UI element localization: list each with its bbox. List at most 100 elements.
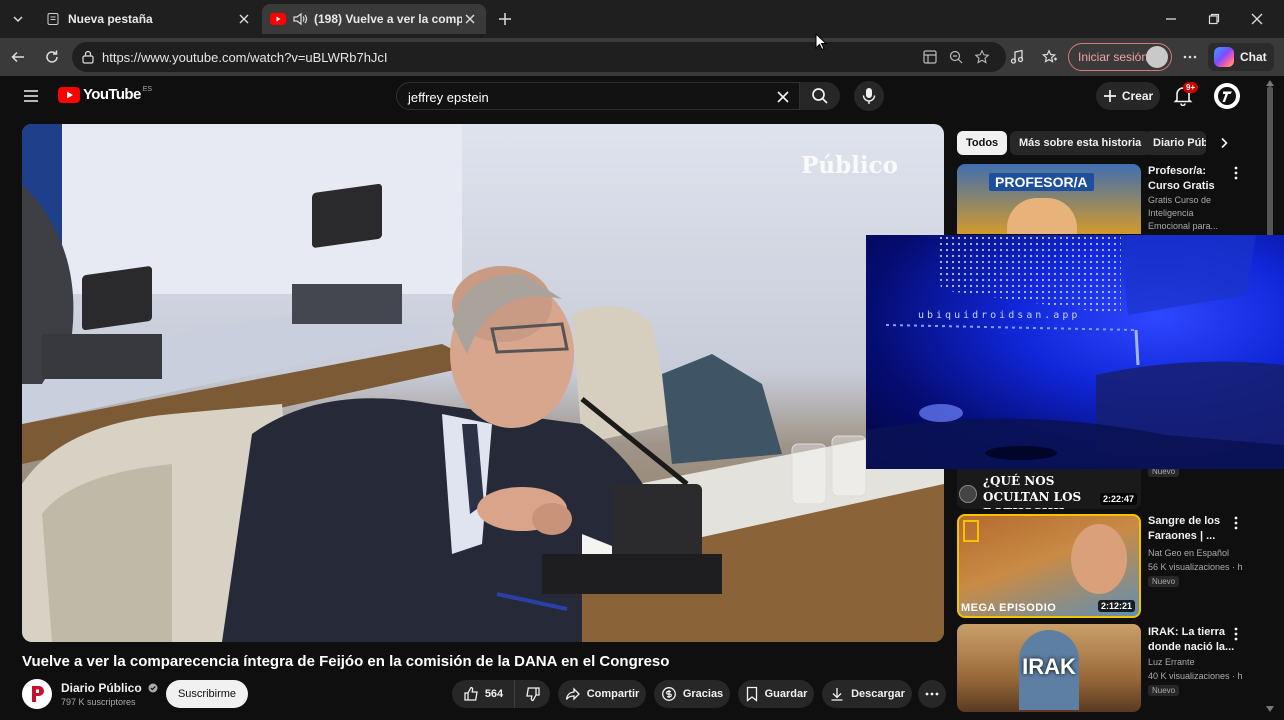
thanks-button[interactable]: Gracias [654, 680, 730, 708]
star-favorite-icon[interactable] [974, 49, 990, 65]
related-views: 40 K visualizaciones · h [1148, 671, 1243, 681]
minimize-icon [1166, 18, 1176, 20]
url-text[interactable]: https://www.youtube.com/watch?v=uBLWRb7h… [102, 50, 388, 65]
browser-toolbar: https://www.youtube.com/watch?v=uBLWRb7h… [0, 38, 1284, 76]
sign-in-label: Iniciar sesión [1078, 50, 1149, 64]
notifications-button[interactable]: 9+ [1172, 82, 1199, 108]
search-input[interactable]: jeffrey epstein [396, 82, 800, 110]
app-available-icon[interactable] [922, 49, 938, 65]
dislike-button[interactable] [514, 680, 550, 708]
channel-avatar[interactable] [22, 679, 52, 709]
minimize-button[interactable] [1151, 6, 1191, 32]
related-thumbnail[interactable]: PROFESOR/A [957, 164, 1141, 234]
country-code: ES [142, 86, 153, 93]
related-video-title[interactable]: IRAK: La tierra donde nació la... [1148, 625, 1238, 655]
voice-search-button[interactable] [854, 81, 884, 111]
save-button[interactable]: Guardar [738, 680, 814, 708]
related-more-button[interactable] [1229, 627, 1243, 641]
thumbnail-headline: ¿QUÉ NOS OCULTAN LOS ROTHSCHIL [983, 474, 1082, 509]
close-icon [777, 91, 789, 103]
restore-button[interactable] [1194, 6, 1234, 32]
related-thumbnail[interactable]: IRAK [957, 624, 1141, 712]
thumbs-up-icon [464, 686, 478, 701]
related-thumbnail[interactable]: MEGA EPISODIO 2:12:21 [957, 514, 1141, 618]
more-vertical-icon [1234, 166, 1238, 180]
profile-avatar [1146, 46, 1168, 68]
tab-list-button[interactable] [6, 7, 30, 31]
related-meta-line: Emocional para... [1148, 221, 1219, 231]
chip-all[interactable]: Todos [957, 131, 1008, 155]
new-tab-button[interactable] [494, 8, 516, 30]
account-logo-icon [1218, 87, 1236, 105]
search-query-text[interactable]: jeffrey epstein [408, 90, 489, 105]
chip-more-about-story[interactable]: Más sobre esta historia [1010, 131, 1151, 155]
related-more-button[interactable] [1229, 166, 1243, 180]
youtube-favicon-icon [270, 13, 286, 25]
publico-logo-icon [32, 686, 44, 702]
guide-menu-button[interactable] [20, 85, 42, 107]
tab-new-tab[interactable]: Nueva pestaña [38, 4, 260, 34]
chips-next-button[interactable] [1214, 133, 1234, 153]
favorites-star-icon [1042, 49, 1057, 63]
reload-icon [46, 50, 58, 63]
youtube-logo[interactable]: YouTube ES [58, 86, 152, 103]
related-views: 56 K visualizaciones · h [1148, 562, 1243, 572]
tab-title: (198) Vuelve a ver la compare [314, 12, 462, 26]
tab-youtube-video[interactable]: (198) Vuelve a ver la compare [262, 4, 486, 34]
subscribe-button[interactable]: Suscribirme [166, 680, 248, 708]
scroll-down-icon [1266, 706, 1274, 712]
clear-search-button[interactable] [773, 87, 793, 107]
close-tab-icon[interactable] [462, 11, 478, 27]
favorites-button[interactable] [1037, 44, 1063, 70]
thumbnail-corner-badge [963, 520, 979, 542]
close-icon [1251, 13, 1263, 25]
back-button[interactable] [5, 44, 31, 70]
download-button[interactable]: Descargar [822, 680, 912, 708]
related-channel-name[interactable]: Nat Geo en Español [1148, 547, 1248, 560]
super-thanks-icon [661, 687, 676, 701]
video-title: Vuelve a ver la comparecencia íntegra de… [22, 653, 670, 670]
channel-name-text: Diario Público [61, 681, 142, 695]
share-button[interactable]: Compartir [558, 680, 646, 708]
speaker-icon[interactable] [292, 12, 308, 26]
close-window-button[interactable] [1237, 6, 1277, 32]
related-video-title[interactable]: Sangre de los Faraones | ... [1148, 514, 1238, 544]
reload-button[interactable] [39, 44, 65, 70]
youtube-play-logo-icon [58, 86, 80, 103]
like-button[interactable]: 564 [452, 680, 514, 708]
related-meta-line: Gratis Curso de [1148, 195, 1212, 205]
more-vertical-icon [1234, 627, 1238, 641]
address-bar[interactable]: https://www.youtube.com/watch?v=uBLWRb7h… [72, 42, 1006, 72]
thumbs-down-icon [525, 687, 540, 702]
video-duration: 2:22:47 [1099, 493, 1137, 505]
zoom-icon[interactable] [948, 49, 964, 65]
floating-video-overlay[interactable]: ubiquidroidsan.app [866, 235, 1284, 469]
restore-icon [1208, 13, 1220, 25]
thumbnail-headline: MEGA EPISODIO [961, 602, 1057, 614]
account-avatar[interactable] [1214, 83, 1240, 109]
channel-mini-avatar [959, 485, 977, 503]
youtube-wordmark: YouTube [83, 86, 141, 103]
verified-check-icon [148, 683, 158, 693]
site-info-icon[interactable] [81, 50, 95, 64]
thanks-label: Gracias [682, 688, 724, 700]
chevron-right-icon [1221, 137, 1228, 149]
search-button[interactable] [800, 82, 840, 110]
browser-menu-button[interactable] [1177, 44, 1203, 70]
close-tab-icon[interactable] [236, 11, 252, 27]
sign-in-button[interactable]: Iniciar sesión [1068, 43, 1172, 71]
related-video-title[interactable]: Profesor/a: Curso Gratis [1148, 164, 1238, 194]
media-control-button[interactable] [1004, 44, 1030, 70]
related-more-button[interactable] [1229, 516, 1243, 530]
create-button[interactable]: Crear [1096, 82, 1160, 110]
music-note-icon [1010, 49, 1024, 64]
microphone-icon [862, 88, 876, 104]
channel-name[interactable]: Diario Público [61, 681, 158, 695]
share-label: Compartir [586, 688, 640, 700]
copilot-chat-button[interactable]: Chat [1208, 43, 1274, 71]
related-channel-name[interactable]: Luz Errante [1148, 656, 1248, 669]
video-player[interactable]: Público [22, 124, 944, 642]
more-actions-button[interactable] [918, 680, 946, 708]
chip-channel[interactable]: Diario Públ [1144, 131, 1206, 155]
related-thumbnail[interactable]: ¿QUÉ NOS OCULTAN LOS ROTHSCHIL 2:22:47 [957, 469, 1141, 509]
